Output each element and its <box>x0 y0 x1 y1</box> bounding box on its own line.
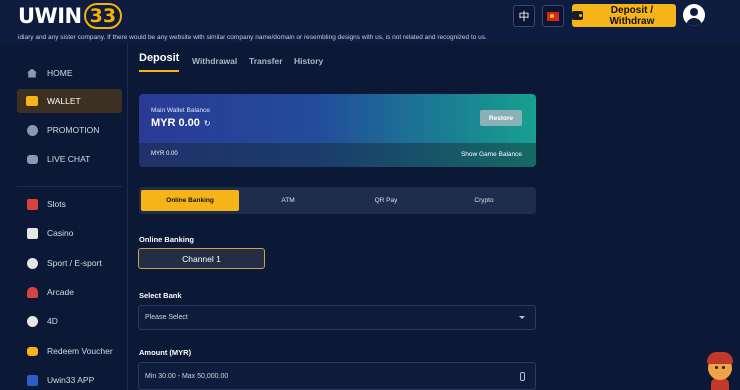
chevron-down-icon <box>519 316 525 319</box>
slots-icon <box>26 198 38 210</box>
stepper-icon[interactable] <box>520 372 525 381</box>
casino-icon <box>26 227 38 239</box>
sidebar-item-casino[interactable]: Casino <box>17 221 122 245</box>
sidebar-item-label: PROMOTION <box>47 125 100 135</box>
secondary-balance: MYR 0.00 <box>151 151 178 157</box>
country-flag-button[interactable] <box>542 5 564 27</box>
logo-text: UWIN <box>18 4 82 28</box>
promotion-icon <box>26 124 38 136</box>
sidebar-item-4d[interactable]: 4D <box>17 309 122 333</box>
sidebar-item-promotion[interactable]: PROMOTION <box>17 118 122 142</box>
select-bank-value: Please Select <box>145 314 188 321</box>
restore-button[interactable]: Restore <box>480 110 522 126</box>
sidebar-item-uwin33-app[interactable]: Uwin33 APP <box>17 368 122 390</box>
mascot-chat-icon[interactable] <box>704 350 736 390</box>
method-crypto[interactable]: Crypto <box>435 190 533 211</box>
select-bank-dropdown[interactable]: Please Select <box>138 305 536 330</box>
refresh-icon[interactable]: ↻ <box>204 119 211 128</box>
sidebar-item-label: Redeem Voucher <box>47 346 113 356</box>
arcade-icon <box>26 286 38 298</box>
sidebar-item-sport[interactable]: Sport / E-sport <box>17 251 122 275</box>
sidebar-item-label: Uwin33 APP <box>47 375 95 385</box>
sidebar-item-label: Sport / E-sport <box>47 258 102 268</box>
amount-label: Amount (MYR) <box>139 348 192 357</box>
user-avatar-icon[interactable] <box>683 4 705 26</box>
announcement-marquee: idiary and any sister company. If there … <box>0 32 740 43</box>
sport-icon <box>26 257 38 269</box>
channel-1-button[interactable]: Channel 1 <box>138 248 265 269</box>
tab-transfer[interactable]: Transfer <box>249 56 283 66</box>
tab-withdrawal[interactable]: Withdrawal <box>192 56 237 66</box>
voucher-icon <box>26 345 38 357</box>
sidebar-item-label: Arcade <box>47 287 74 297</box>
online-banking-label: Online Banking <box>139 235 195 244</box>
active-tab-indicator <box>139 70 179 72</box>
sidebar-item-home[interactable]: HOME <box>17 61 122 85</box>
sidebar-item-label: Casino <box>47 228 74 238</box>
sidebar-item-label: Slots <box>47 199 66 209</box>
home-icon <box>26 67 38 79</box>
logo-number: 33 <box>83 3 123 29</box>
main-wallet-card: Main Wallet Balance MYR 0.00 ↻ Restore M… <box>139 94 536 167</box>
top-header: UWIN 33 中 Deposit / Withdraw <box>0 0 740 32</box>
show-game-balance-link[interactable]: Show Game Balance <box>461 151 522 158</box>
sidebar-item-wallet[interactable]: WALLET <box>17 89 122 113</box>
sidebar-item-slots[interactable]: Slots <box>17 192 122 216</box>
tab-deposit[interactable]: Deposit <box>139 52 179 64</box>
sidebar-item-arcade[interactable]: Arcade <box>17 280 122 304</box>
4d-icon <box>26 315 38 327</box>
select-bank-label: Select Bank <box>139 291 182 300</box>
sidebar: HOME WALLET PROMOTION LIVE CHAT Slots Ca… <box>0 43 128 390</box>
main-wallet-label: Main Wallet Balance <box>151 107 211 114</box>
sidebar-divider <box>17 186 122 187</box>
flag-icon <box>547 11 559 21</box>
amount-input[interactable]: Min 30.00 - Max 50,000.00 <box>138 362 536 390</box>
uwin33-logo[interactable]: UWIN 33 <box>18 2 123 30</box>
main-wallet-amount: MYR 0.00 ↻ <box>151 117 211 129</box>
language-button[interactable]: 中 <box>513 5 535 27</box>
chat-icon <box>26 153 38 165</box>
sidebar-item-label: HOME <box>47 68 73 78</box>
balance-value: MYR 0.00 <box>151 117 200 129</box>
sidebar-item-label: WALLET <box>47 96 81 106</box>
method-qr-pay[interactable]: QR Pay <box>337 190 435 211</box>
wallet-icon <box>26 96 38 106</box>
sidebar-item-redeem-voucher[interactable]: Redeem Voucher <box>17 339 122 363</box>
method-online-banking[interactable]: Online Banking <box>141 190 239 211</box>
app-icon <box>26 374 38 386</box>
deposit-withdraw-button[interactable]: Deposit / Withdraw <box>572 4 676 27</box>
sidebar-item-label: LIVE CHAT <box>47 154 91 164</box>
tab-history[interactable]: History <box>294 56 323 66</box>
payment-method-tabs: Online Banking ATM QR Pay Crypto <box>139 187 536 214</box>
sidebar-item-live-chat[interactable]: LIVE CHAT <box>17 147 122 171</box>
amount-placeholder: Min 30.00 - Max 50,000.00 <box>145 372 229 380</box>
wallet-icon <box>572 11 583 20</box>
sidebar-item-label: 4D <box>47 316 58 326</box>
deposit-withdraw-label: Deposit / Withdraw <box>609 4 655 27</box>
method-atm[interactable]: ATM <box>239 190 337 211</box>
